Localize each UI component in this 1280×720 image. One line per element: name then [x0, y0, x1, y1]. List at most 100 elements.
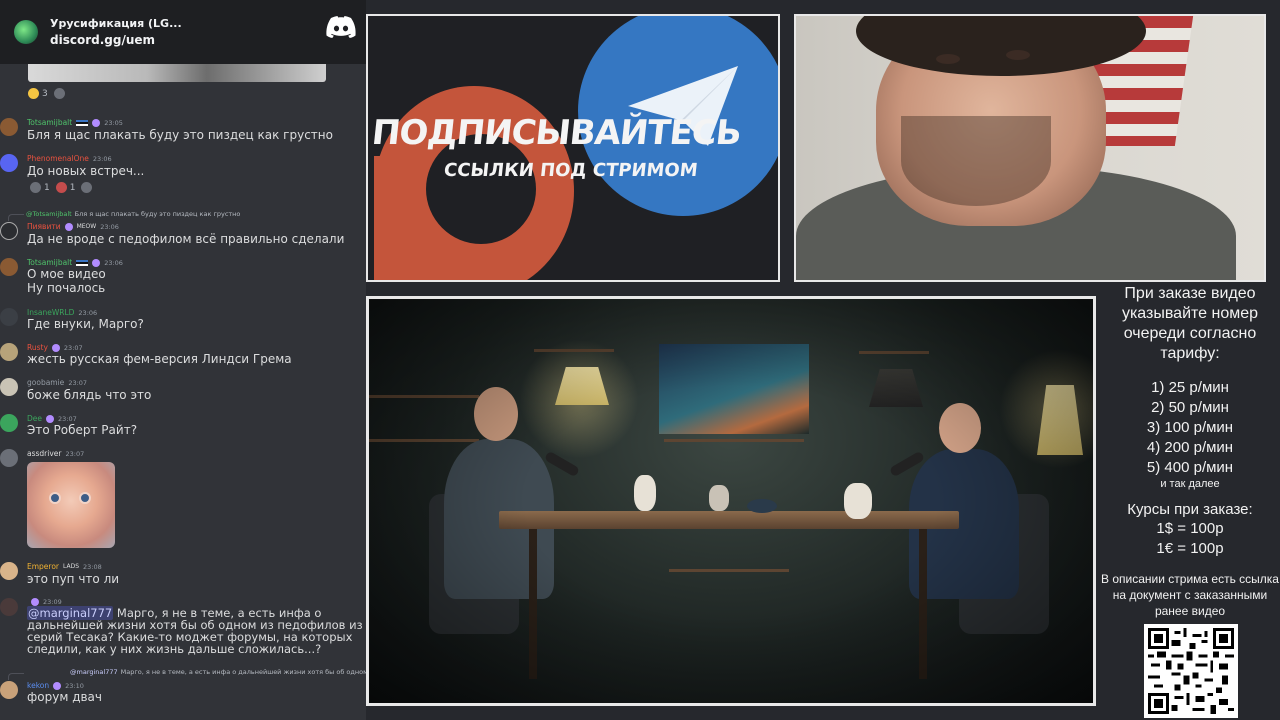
timestamp: 23:06	[78, 308, 98, 317]
reaction[interactable]: 1	[30, 182, 50, 193]
flag-icon	[76, 259, 89, 266]
message-text: это пуп что ли	[27, 572, 120, 586]
badge-icon	[46, 414, 55, 423]
promo-subtitle: ССЫЛКИ ПОД СТРИМОМ	[442, 160, 699, 181]
timestamp: 23:05	[104, 118, 123, 127]
timestamp: 23:08	[83, 562, 102, 571]
server-header[interactable]: Урусификация (LG... discord.gg/uem	[0, 0, 366, 64]
avatar[interactable]	[0, 343, 18, 361]
role-tag: LADS	[63, 563, 80, 570]
message-text: жесть русская фем-версия Линдси Грема	[27, 352, 292, 366]
timestamp: 23:07	[68, 378, 88, 387]
username[interactable]: Пиявити	[27, 222, 61, 231]
message-text: О мое видео	[27, 267, 106, 281]
badge-icon	[92, 118, 101, 127]
reaction-laugh[interactable]: 3	[28, 88, 48, 99]
tariff-item: 5) 400 р/мин	[1146, 459, 1234, 476]
message-text: Ну почалось	[27, 281, 106, 295]
reply-preview[interactable]: @marginal777 Марго, я не в теме, а есть …	[70, 668, 366, 676]
username[interactable]: Dee	[27, 414, 42, 423]
avatar[interactable]	[0, 258, 18, 276]
reply-preview[interactable]: @Totsamijbalt Бля я щас плакать буду это…	[26, 210, 240, 218]
message-meta: PhenomenalOne 23:06	[27, 154, 112, 163]
skull-emoji-icon	[53, 88, 65, 99]
message-meta: kekon 23:10	[27, 681, 84, 690]
message-text: Где внуки, Марго?	[27, 317, 144, 331]
skull-emoji-icon	[81, 182, 93, 193]
reaction-bar: 1 1	[30, 182, 93, 193]
discord-logo-icon	[326, 16, 356, 38]
message-text: боже блядь что это	[27, 388, 152, 402]
tariff-item: 4) 200 р/мин	[1146, 439, 1234, 456]
username[interactable]: InsaneWRLD	[27, 308, 74, 317]
username[interactable]: Rusty	[27, 343, 48, 352]
message-text: Это Роберт Райт?	[27, 423, 138, 437]
tariff-list: 1) 25 р/мин 2) 50 р/мин 3) 100 р/мин 4) …	[1100, 378, 1280, 490]
timestamp: 23:06	[92, 154, 112, 163]
avatar[interactable]	[0, 414, 18, 432]
reaction[interactable]: 1	[55, 182, 75, 193]
timestamp: 23:07	[58, 414, 77, 423]
username[interactable]: assdriver	[27, 449, 61, 458]
streamer-eye	[1006, 50, 1030, 60]
message-meta: Emperor LADS 23:08	[27, 562, 102, 571]
username[interactable]: kekon	[27, 681, 49, 690]
username[interactable]: Totsamijbalt	[27, 258, 72, 267]
webcam-panel	[794, 14, 1266, 282]
message-meta: Dee 23:07	[27, 414, 77, 423]
avatar[interactable]	[0, 308, 18, 326]
message-meta: Rusty 23:07	[27, 343, 83, 352]
avatar[interactable]	[0, 378, 18, 396]
server-invite[interactable]: discord.gg/uem	[50, 33, 182, 47]
timestamp: 23:07	[65, 449, 85, 458]
timestamp: 23:07	[63, 343, 83, 352]
timestamp: 23:09	[43, 598, 62, 606]
message-meta: 23:09	[27, 598, 62, 606]
message-meta: assdriver 23:07	[27, 449, 84, 458]
server-icon	[14, 20, 38, 44]
reply-username[interactable]: @marginal777	[70, 668, 118, 676]
message-text: @marginal777 Марго, я не в теме, а есть …	[27, 606, 363, 656]
avatar[interactable]	[0, 681, 18, 699]
stream-layout: Урусификация (LG... discord.gg/uem 3 Tot…	[0, 0, 1280, 720]
server-name: Урусификация (LG...	[50, 17, 182, 30]
promo-panel: ПОДПИСЫВАЙТЕСЬ ССЫЛКИ ПОД СТРИМОМ	[366, 14, 780, 282]
message-meta: Totsamijbalt 23:06	[27, 258, 123, 267]
flag-icon	[76, 119, 89, 126]
username[interactable]: Totsamijbalt	[27, 118, 72, 127]
badge-icon	[92, 258, 101, 267]
main-video-panel	[366, 296, 1096, 706]
message-text: Да не вроде с педофилом всё правильно сд…	[27, 232, 345, 246]
streamer-eye	[936, 54, 960, 64]
qr-code[interactable]	[1144, 624, 1238, 718]
image-detail	[79, 492, 91, 504]
username[interactable]: goobamie	[27, 378, 64, 387]
avatar[interactable]	[0, 118, 18, 136]
timestamp: 23:06	[104, 258, 123, 267]
tariff-item: 3) 100 р/мин	[1146, 419, 1234, 436]
rates-title: Курсы при заказе:	[1127, 501, 1253, 518]
tariff-item: 2) 50 р/мин	[1151, 399, 1229, 416]
username[interactable]: PhenomenalOne	[27, 154, 89, 163]
message-text: Бля я щас плакать буду это пиздец как гр…	[27, 128, 333, 142]
rate-item: 1$ = 100р	[1156, 520, 1224, 537]
attached-image[interactable]	[27, 462, 115, 548]
reply-username[interactable]: @Totsamijbalt	[26, 210, 72, 218]
avatar[interactable]	[0, 562, 18, 580]
message-text: форум двач	[27, 690, 102, 704]
avatar[interactable]	[0, 598, 18, 616]
badge-icon	[64, 222, 73, 231]
badge-icon	[31, 598, 39, 606]
promo-title: ПОДПИСЫВАЙТЕСЬ	[369, 113, 743, 153]
reaction-skull[interactable]	[53, 88, 65, 99]
reaction[interactable]	[81, 182, 93, 193]
username[interactable]: Emperor	[27, 562, 59, 571]
avatar[interactable]	[0, 154, 18, 172]
avatar[interactable]	[0, 222, 18, 240]
chat-panel: Урусификация (LG... discord.gg/uem 3 Tot…	[0, 0, 366, 720]
badge-icon	[53, 681, 62, 690]
message-meta: goobamie 23:07	[27, 378, 87, 387]
embedded-image[interactable]	[28, 64, 326, 82]
avatar[interactable]	[0, 449, 18, 467]
order-title: При заказе видео указывайте номер очеред…	[1121, 285, 1259, 362]
